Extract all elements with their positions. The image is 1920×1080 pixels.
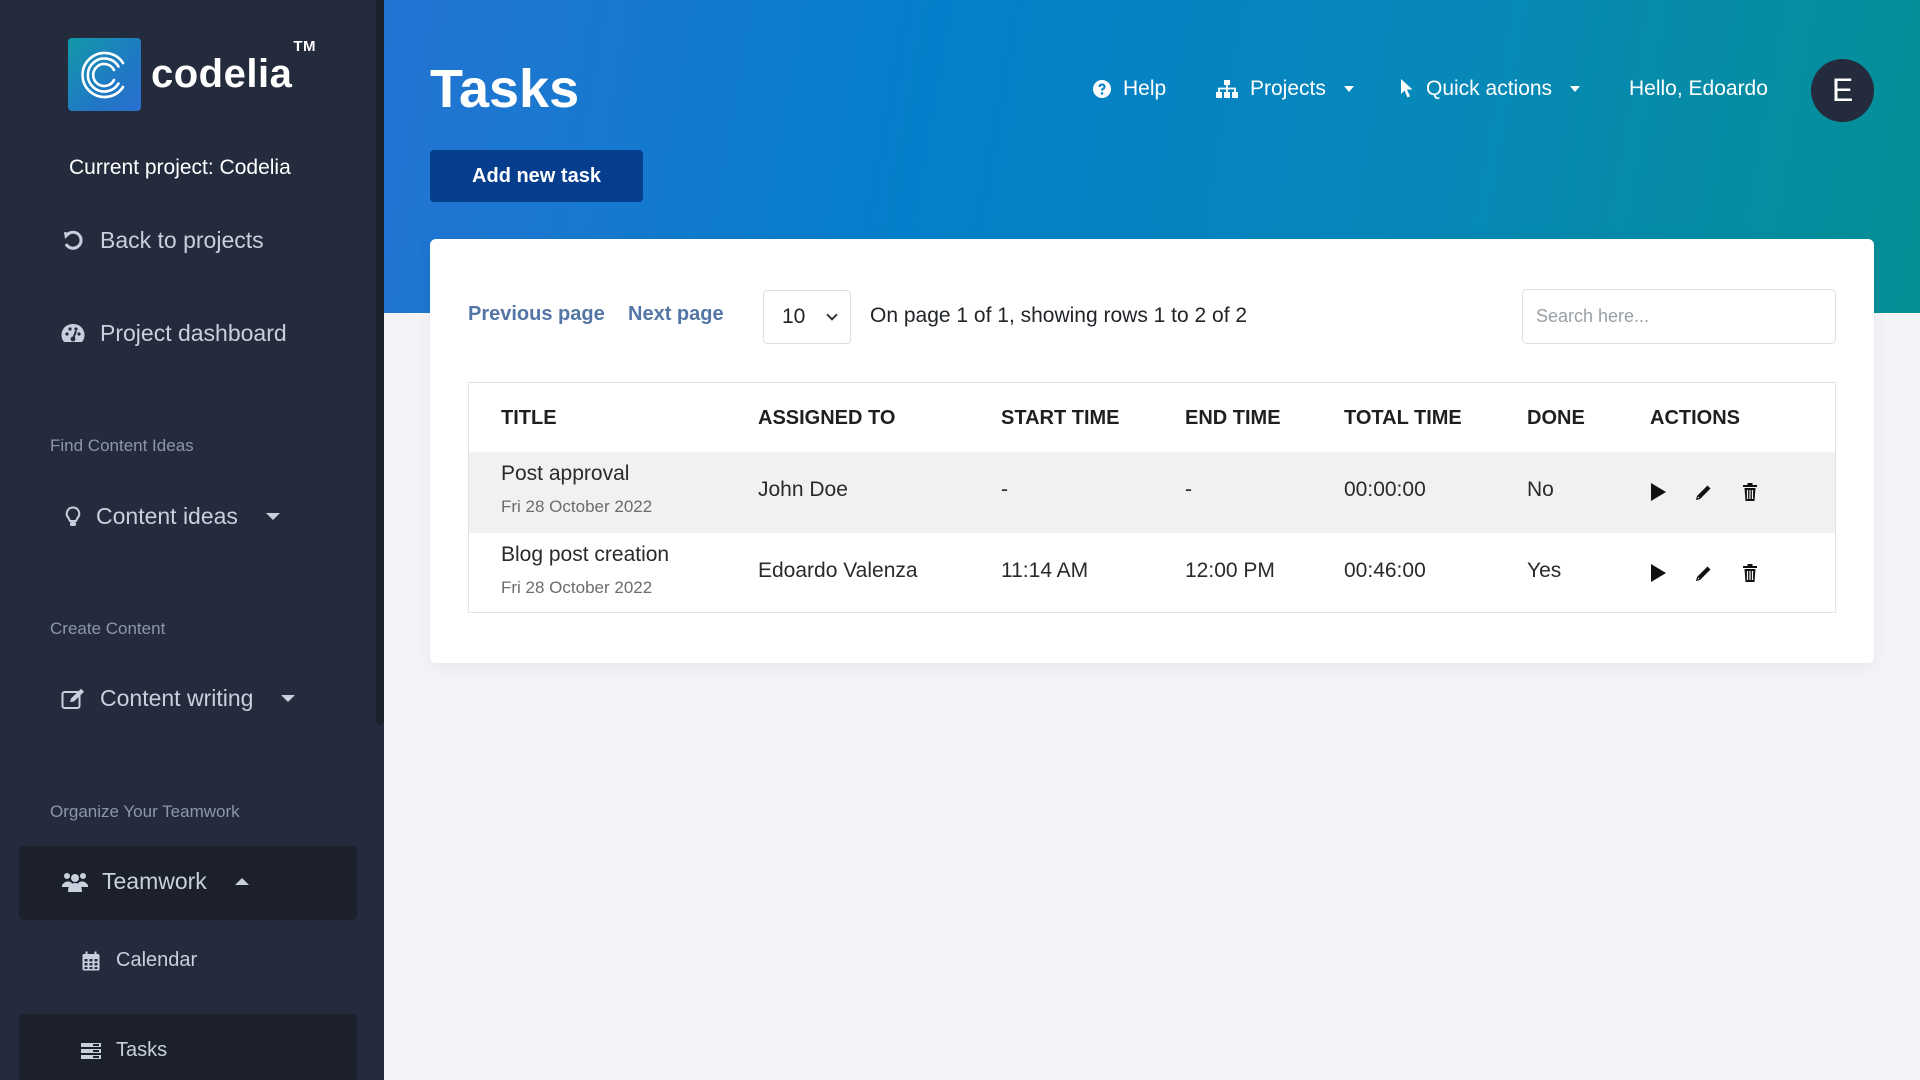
section-label-find-content-ideas: Find Content Ideas [50,436,194,455]
quick-actions-dropdown[interactable]: Quick actions [1400,58,1581,120]
chevron-down-icon [1570,86,1581,92]
projects-label: Projects [1250,77,1326,100]
table-header: TITLE ASSIGNED TO START TIME END TIME TO… [469,383,1835,453]
brand-logo[interactable]: codeliaTM [68,38,316,111]
page-size-value: 10 [782,305,806,328]
sidebar-item-project-dashboard[interactable]: Project dashboard [60,320,287,347]
section-label-organize-teamwork: Organize Your Teamwork [50,802,240,821]
page-size-select[interactable]: 10 [763,290,851,344]
sidebar-item-content-ideas[interactable]: Content ideas [60,503,280,530]
sidebar-item-content-writing[interactable]: Content writing [60,685,296,712]
task-start-time: 11:14 AM [1001,559,1089,582]
pagination-info: On page 1 of 1, showing rows 1 to 2 of 2 [870,304,1248,327]
projects-dropdown[interactable]: Projects [1216,58,1354,120]
codelia-logo-icon [68,38,141,111]
trash-icon[interactable] [1739,562,1761,584]
column-header-total-time[interactable]: TOTAL TIME [1344,407,1462,430]
tasks-icon [80,1040,102,1062]
chevron-down-icon [265,513,280,520]
play-icon[interactable] [1647,562,1669,584]
sidebar-item-teamwork[interactable]: Teamwork [19,846,357,920]
trademark: TM [293,38,317,55]
tasks-row: Tasks [80,1039,167,1062]
previous-page-link[interactable]: Previous page [468,303,605,326]
task-date: Fri 28 October 2022 [501,578,653,597]
teamwork-label: Teamwork [102,868,207,894]
task-start-time: - [1001,478,1008,501]
edit-icon [60,686,86,712]
help-label: Help [1123,77,1167,100]
task-title: Blog post creation [501,543,670,566]
sidebar-item-tasks[interactable]: Tasks [19,1014,357,1080]
avatar[interactable]: E [1811,59,1874,122]
task-total-time: 00:00:00 [1344,478,1426,501]
task-done: No [1527,478,1554,501]
task-date: Fri 28 October 2022 [501,497,653,516]
undo-icon [60,228,86,254]
trash-icon[interactable] [1739,481,1761,503]
task-title: Post approval [501,462,630,485]
lightbulb-icon [60,504,86,530]
play-icon[interactable] [1647,481,1669,503]
content-writing-label: Content writing [100,685,254,711]
chevron-down-icon [1343,86,1354,92]
page-title: Tasks [430,59,580,119]
brand-name: codeliaTM [151,38,317,96]
column-header-title[interactable]: TITLE [501,407,557,430]
chevron-down-icon [281,695,296,702]
gauge-icon [60,321,86,347]
column-header-start-time[interactable]: START TIME [1001,407,1120,430]
task-done: Yes [1527,559,1562,582]
next-page-link[interactable]: Next page [628,303,724,326]
column-header-actions: ACTIONS [1650,407,1740,429]
current-project-label: Current project: Codelia [69,156,291,179]
task-total-time: 00:46:00 [1344,559,1426,582]
quick-actions-label: Quick actions [1426,77,1553,100]
task-end-time: - [1185,478,1192,501]
column-header-assigned-to[interactable]: ASSIGNED TO [758,407,895,430]
tasks-label: Tasks [116,1039,168,1061]
back-to-projects-link[interactable]: Back to projects [60,227,264,254]
question-circle-icon [1093,80,1111,98]
section-label-create-content: Create Content [50,619,166,638]
task-assigned-to: John Doe [758,478,848,501]
sidebar-item-calendar[interactable]: Calendar [80,949,197,972]
add-new-task-button[interactable]: Add new task [430,150,643,202]
sidebar: codeliaTM Current project: Codelia Back … [0,0,384,1080]
sidebar-scrollbar[interactable] [376,0,384,725]
project-dashboard-label: Project dashboard [100,320,287,346]
tasks-table: TITLE ASSIGNED TO START TIME END TIME TO… [468,382,1836,613]
column-header-done[interactable]: DONE [1527,407,1585,430]
search-input[interactable] [1522,289,1836,344]
table-row: Blog post creation Fri 28 October 2022 E… [469,533,1835,614]
calendar-label: Calendar [116,949,198,971]
sitemap-icon [1216,80,1238,98]
chevron-down-icon [826,309,838,321]
chevron-up-icon [234,878,249,885]
pencil-icon[interactable] [1693,562,1715,584]
back-to-projects-label: Back to projects [100,227,264,253]
teamwork-row: Teamwork [62,868,249,895]
column-header-end-time[interactable]: END TIME [1185,407,1281,430]
table-row: Post approval Fri 28 October 2022 John D… [469,452,1835,533]
task-assigned-to: Edoardo Valenza [758,559,918,582]
cursor-icon [1400,79,1414,99]
content-ideas-label: Content ideas [96,503,238,529]
user-greeting[interactable]: Hello, Edoardo [1629,58,1768,120]
calendar-icon [80,950,102,972]
pencil-icon[interactable] [1693,481,1715,503]
help-link[interactable]: Help [1093,58,1166,120]
users-icon [62,869,88,895]
task-end-time: 12:00 PM [1185,559,1275,582]
